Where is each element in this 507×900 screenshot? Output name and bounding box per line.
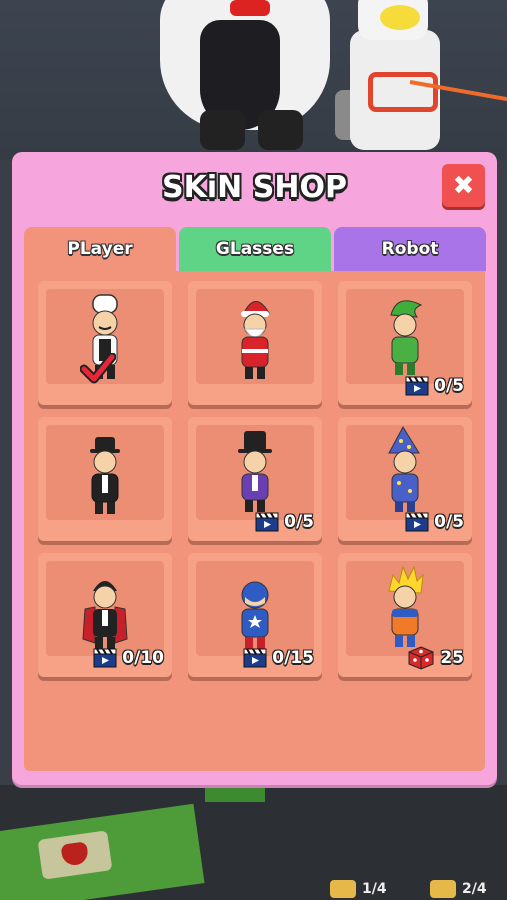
progress-text: 0/15 [272,648,314,668]
tab-robot-label: Robot [381,239,439,259]
gift-cube-icon [408,646,434,670]
panel-title: SKiN SHOP [162,170,347,205]
tab-player[interactable]: PLayer [24,227,176,271]
background-green-tile [205,782,265,802]
wizard-character-icon [388,425,420,512]
tab-glasses-label: GLasses [215,239,295,259]
unlock-progress: 0/10 [93,647,164,669]
santa-character-icon [241,301,270,379]
skin-grid-area: 0/5 0/5 0/5 0/10 0/15 25 [24,271,485,771]
skin-shop-panel: SKiN SHOP ✖ PLayer GLasses Robot 0/5 0/5… [12,152,497,785]
elf-character-icon [390,300,423,375]
video-ad-icon [405,512,429,532]
skin-card-santa[interactable] [188,281,322,405]
tab-robot[interactable]: Robot [334,227,486,271]
background-robot-eye [380,5,420,30]
video-ad-icon [405,376,429,396]
video-ad-icon [93,648,117,668]
background-counter-right: 2/4 [430,878,487,900]
progress-text: 0/5 [284,512,314,532]
skin-card-elf[interactable]: 0/5 [338,281,472,405]
progress-text: 0/10 [122,648,164,668]
block-icon [430,880,456,898]
tab-glasses[interactable]: GLasses [179,227,331,271]
video-ad-icon [255,512,279,532]
counter-left-text: 1/4 [362,881,387,897]
progress-text: 25 [440,648,464,668]
tab-player-label: PLayer [67,239,133,259]
unlock-progress: 0/5 [405,511,464,533]
background-robot-handle [368,72,438,112]
magician-character-icon [238,431,272,512]
unlock-progress: 0/15 [243,647,314,669]
progress-text: 0/5 [434,376,464,396]
skin-card-captain[interactable]: 0/15 [188,553,322,677]
unlock-progress: 0/5 [405,375,464,397]
background-chef-bowtie [230,0,270,16]
close-button[interactable]: ✖ [442,164,485,207]
background-counter-left: 1/4 [330,878,387,900]
background-chef-leg [200,110,245,150]
gentleman-character-icon [90,437,120,514]
skin-card-gentleman[interactable] [38,417,172,541]
background-chef-leg [258,110,303,150]
tab-bar: PLayer GLasses Robot [24,227,486,271]
unlock-progress: 0/5 [255,511,314,533]
skin-card-vampire[interactable]: 0/10 [38,553,172,677]
video-ad-icon [243,648,267,668]
skin-card-chef[interactable] [38,281,172,405]
checkmark-icon [80,353,116,384]
vampire-character-icon [82,581,128,649]
close-icon: ✖ [452,170,475,201]
captain-character-icon [241,581,269,649]
skin-card-wizard[interactable]: 0/5 [338,417,472,541]
progress-text: 0/5 [434,512,464,532]
counter-right-text: 2/4 [462,881,487,897]
unlock-progress: 25 [407,646,464,670]
skin-card-super-saiyan[interactable]: 25 [338,553,472,677]
block-icon [330,880,356,898]
skin-card-magician[interactable]: 0/5 [188,417,322,541]
